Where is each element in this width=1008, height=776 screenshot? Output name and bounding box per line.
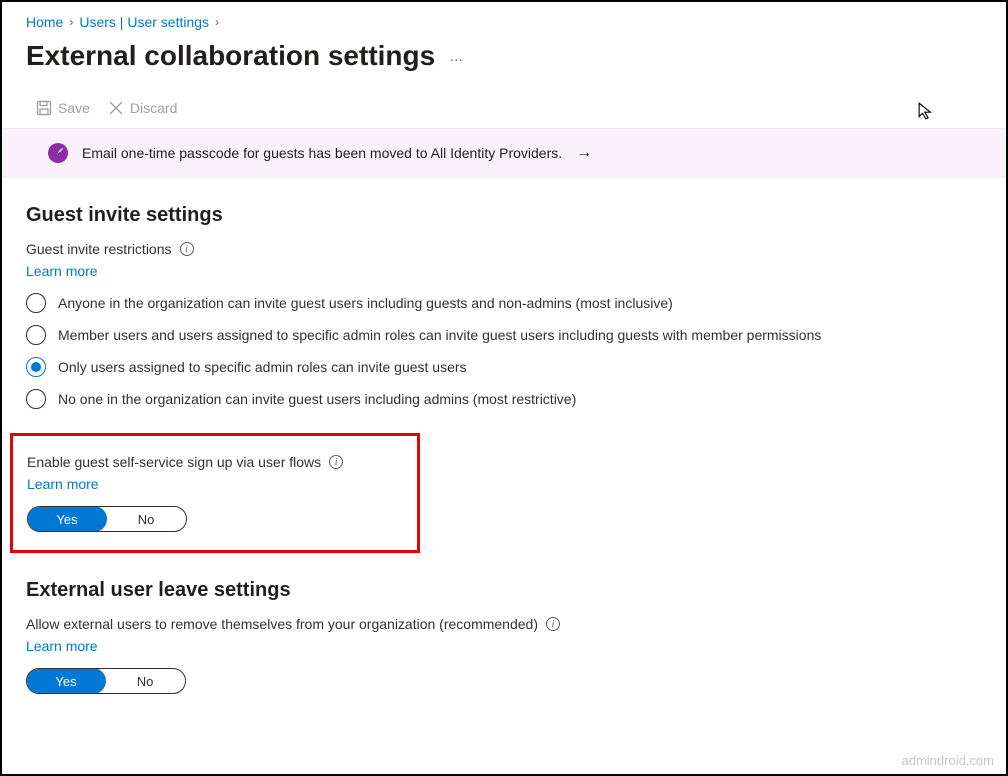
watermark: admindroid.com [902, 753, 995, 768]
save-icon [36, 100, 52, 116]
discard-label: Discard [130, 100, 177, 116]
chevron-right-icon: › [215, 15, 219, 29]
radio-option-no-one[interactable]: No one in the organization can invite gu… [26, 389, 982, 409]
radio-icon [26, 325, 46, 345]
toggle-no[interactable]: No [105, 669, 185, 693]
radio-icon [26, 389, 46, 409]
chevron-right-icon: › [69, 15, 73, 29]
self-service-highlight: Enable guest self-service sign up via us… [10, 433, 420, 553]
leave-settings-heading: External user leave settings [26, 579, 982, 602]
guest-invite-heading: Guest invite settings [26, 204, 982, 227]
info-banner: Email one-time passcode for guests has b… [2, 129, 1006, 178]
rocket-icon [48, 143, 68, 163]
discard-button[interactable]: Discard [108, 100, 177, 116]
self-service-toggle[interactable]: Yes No [27, 506, 187, 532]
more-actions-button[interactable]: … [449, 48, 465, 64]
self-service-label: Enable guest self-service sign up via us… [27, 454, 321, 470]
info-icon[interactable]: i [329, 455, 343, 469]
cursor-icon [918, 102, 936, 120]
learn-more-link[interactable]: Learn more [27, 476, 99, 492]
toggle-yes[interactable]: Yes [26, 668, 106, 694]
radio-icon [26, 357, 46, 377]
banner-message: Email one-time passcode for guests has b… [82, 145, 562, 161]
leave-settings-section: External user leave settings Allow exter… [26, 579, 982, 694]
save-button[interactable]: Save [36, 100, 90, 116]
page-title-text: External collaboration settings [26, 40, 435, 72]
guest-invite-radio-group: Anyone in the organization can invite gu… [26, 293, 982, 409]
arrow-right-icon[interactable]: → [576, 144, 592, 162]
radio-label: Member users and users assigned to speci… [58, 327, 821, 343]
radio-label: Only users assigned to specific admin ro… [58, 359, 467, 375]
close-icon [108, 100, 124, 116]
radio-option-admin-roles[interactable]: Only users assigned to specific admin ro… [26, 357, 982, 377]
leave-settings-label: Allow external users to remove themselve… [26, 616, 538, 632]
leave-settings-toggle[interactable]: Yes No [26, 668, 186, 694]
radio-option-member-users[interactable]: Member users and users assigned to speci… [26, 325, 982, 345]
info-icon[interactable]: i [546, 617, 560, 631]
toolbar: Save Discard [2, 78, 1006, 129]
toggle-no[interactable]: No [106, 507, 186, 531]
breadcrumb-home[interactable]: Home [26, 14, 63, 30]
radio-label: No one in the organization can invite gu… [58, 391, 576, 407]
guest-invite-restrictions-label: Guest invite restrictions [26, 241, 172, 257]
radio-icon [26, 293, 46, 313]
breadcrumb: Home › Users | User settings › [26, 14, 982, 30]
learn-more-link[interactable]: Learn more [26, 638, 98, 654]
save-label: Save [58, 100, 90, 116]
learn-more-link[interactable]: Learn more [26, 263, 98, 279]
guest-invite-section: Guest invite settings Guest invite restr… [26, 204, 982, 409]
page-title: External collaboration settings … [26, 40, 982, 72]
radio-option-anyone[interactable]: Anyone in the organization can invite gu… [26, 293, 982, 313]
breadcrumb-users[interactable]: Users | User settings [79, 14, 209, 30]
radio-label: Anyone in the organization can invite gu… [58, 295, 673, 311]
info-icon[interactable]: i [180, 242, 194, 256]
toggle-yes[interactable]: Yes [27, 506, 107, 532]
